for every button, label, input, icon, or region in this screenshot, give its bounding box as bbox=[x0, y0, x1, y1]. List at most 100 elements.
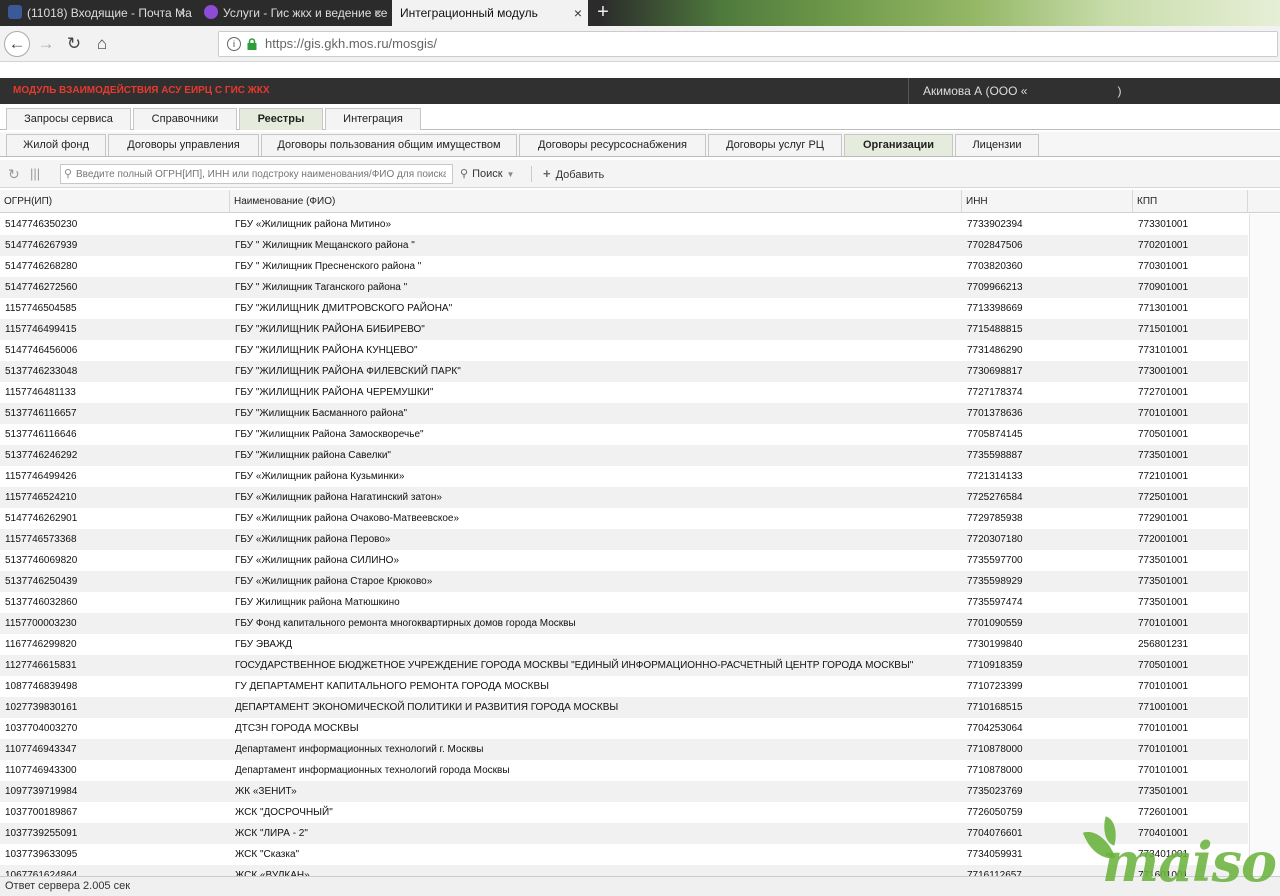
reload-icon[interactable]: ↻ bbox=[62, 32, 86, 56]
table-row[interactable]: 1157746573368 ГБУ «Жилищник района Перово… bbox=[0, 529, 1248, 550]
tab-housing-stock[interactable]: Жилой фонд bbox=[6, 134, 106, 156]
cell-name: ГБУ " Жилищник Таганского района " bbox=[235, 282, 408, 293]
tab-service-requests[interactable]: Запросы сервиса bbox=[6, 108, 131, 130]
toolbar-divider bbox=[531, 166, 532, 182]
column-header-kpp[interactable]: КПП bbox=[1133, 190, 1248, 213]
column-header-inn[interactable]: ИНН bbox=[962, 190, 1133, 213]
new-tab-plus-icon[interactable]: + bbox=[590, 0, 616, 26]
table-row[interactable]: 1097739719984 ЖК «ЗЕНИТ» 7735023769 7735010… bbox=[0, 781, 1248, 802]
table-row[interactable]: 1157746524210 ГБУ «Жилищник района Нагати… bbox=[0, 487, 1248, 508]
cell-kpp: 770501001 bbox=[1138, 429, 1189, 440]
cell-name: ГУ ДЕПАРТАМЕНТ КАПИТАЛЬНОГО РЕМОНТА ГОРО… bbox=[235, 681, 550, 692]
cell-kpp: 773501001 bbox=[1138, 576, 1189, 587]
lock-icon bbox=[247, 38, 257, 50]
tab-directories[interactable]: Справочники bbox=[133, 108, 237, 130]
table-row[interactable]: 5137746032860 ГБУ Жилищник района Матюшки… bbox=[0, 592, 1248, 613]
table-row[interactable]: 5147746262901 ГБУ «Жилищник района Очаков… bbox=[0, 508, 1248, 529]
forward-arrow-icon[interactable]: → bbox=[34, 32, 58, 56]
add-button[interactable]: + Добавить bbox=[543, 164, 604, 184]
tab-integration[interactable]: Интеграция bbox=[325, 108, 421, 130]
search-input[interactable] bbox=[76, 166, 446, 182]
table-row[interactable]: 1037739633095 ЖСК "Сказка" 7734059931 77340… bbox=[0, 844, 1248, 865]
table-row[interactable]: 1167746299820 ГБУ ЭВАЖД 7730199840 25680123… bbox=[0, 634, 1248, 655]
mail-favicon-icon bbox=[8, 5, 22, 19]
browser-tab-label: Услуги - Гис жкх и ведение се bbox=[223, 6, 388, 20]
user-box[interactable]: Акимова А (ООО «) bbox=[908, 78, 1280, 104]
column-header-name[interactable]: Наименование (ФИО) bbox=[230, 190, 962, 213]
cell-inn: 7709966213 bbox=[967, 282, 1023, 293]
cell-ogrn: 1157746481133 bbox=[5, 387, 76, 398]
table-row[interactable]: 1037704003270 ДТСЗН ГОРОДА МОСКВЫ 77042530… bbox=[0, 718, 1248, 739]
table-row[interactable]: 5147746267939 ГБУ " Жилищник Мещанского р… bbox=[0, 235, 1248, 256]
table-row[interactable]: 1157746504585 ГБУ "ЖИЛИЩНИК ДМИТРОВСКОГО … bbox=[0, 298, 1248, 319]
tab-management-contracts[interactable]: Договоры управления bbox=[108, 134, 259, 156]
close-icon[interactable]: × bbox=[374, 0, 382, 26]
home-icon[interactable]: ⌂ bbox=[90, 32, 114, 56]
tab-registries[interactable]: Реестры bbox=[239, 108, 323, 130]
cell-inn: 7710723399 bbox=[967, 681, 1023, 692]
tab-licenses[interactable]: Лицензии bbox=[955, 134, 1039, 156]
close-icon[interactable]: × bbox=[574, 0, 582, 26]
table-row[interactable]: 1067761624864 ЖСК «ВУЛКАН» 7716112657 77160… bbox=[0, 865, 1248, 876]
cell-name: ГБУ «Жилищник района Перово» bbox=[235, 534, 391, 545]
table-row[interactable]: 5137746246292 ГБУ "Жилищник района Савелк… bbox=[0, 445, 1248, 466]
cell-kpp: 256801231 bbox=[1138, 639, 1189, 650]
tab-resource-supply-contracts[interactable]: Договоры ресурсоснабжения bbox=[519, 134, 706, 156]
table-row[interactable]: 1157746499415 ГБУ "ЖИЛИЩНИК РАЙОНА БИБИРЕ… bbox=[0, 319, 1248, 340]
tab-rc-service-contracts[interactable]: Договоры услуг РЦ bbox=[708, 134, 842, 156]
table-row[interactable]: 5147746268280 ГБУ " Жилищник Пресненского… bbox=[0, 256, 1248, 277]
chevron-down-icon: ▼ bbox=[506, 170, 515, 179]
browser-tab-services[interactable]: Услуги - Гис жкх и ведение се × bbox=[196, 0, 388, 26]
search-button[interactable]: ⚲ Поиск ▼ bbox=[460, 164, 514, 184]
url-field[interactable]: i https://gis.gkh.mos.ru/mosgis/ bbox=[218, 31, 1278, 57]
table-row[interactable]: 1107746943347 Департамент информационных … bbox=[0, 739, 1248, 760]
cell-ogrn: 1107746943347 bbox=[5, 744, 77, 755]
browser-tab-mail[interactable]: (11018) Входящие - Почта Ма × bbox=[0, 0, 192, 26]
tab-organizations[interactable]: Организации bbox=[844, 134, 953, 156]
table-row[interactable]: 1157746481133 ГБУ "ЖИЛИЩНИК РАЙОНА ЧЕРЕМУ… bbox=[0, 382, 1248, 403]
vertical-scrollbar[interactable] bbox=[1249, 214, 1280, 876]
column-header-ogrn[interactable]: ОГРН(ИП) bbox=[0, 190, 230, 213]
cell-ogrn: 5137746246292 bbox=[5, 450, 78, 461]
table-row[interactable]: 1127746615831 ГОСУДАРСТВЕННОЕ БЮДЖЕТНОЕ У… bbox=[0, 655, 1248, 676]
table-row[interactable]: 5137746233048 ГБУ "ЖИЛИЩНИК РАЙОНА ФИЛЕВС… bbox=[0, 361, 1248, 382]
table-row[interactable]: 5147746272560 ГБУ " Жилищник Таганского р… bbox=[0, 277, 1248, 298]
table-row[interactable]: 1157746499426 ГБУ «Жилищник района Кузьми… bbox=[0, 466, 1248, 487]
cell-kpp: 770101001 bbox=[1138, 408, 1189, 419]
search-box: ⚲ bbox=[60, 164, 453, 184]
table-row[interactable]: 1157700003230 ГБУ Фонд капитального ремон… bbox=[0, 613, 1248, 634]
cell-name: ГБУ " Жилищник Мещанского района " bbox=[235, 240, 415, 251]
cell-name: ГБУ "ЖИЛИЩНИК РАЙОНА ЧЕРЕМУШКИ" bbox=[235, 387, 434, 398]
table-row[interactable]: 1037700189867 ЖСК "ДОСРОЧНЫЙ" 7726050759 77… bbox=[0, 802, 1248, 823]
table-row[interactable]: 1037739255091 ЖСК "ЛИРА - 2" 7704076601 770… bbox=[0, 823, 1248, 844]
refresh-icon[interactable]: ↻ bbox=[8, 166, 20, 183]
cell-ogrn: 5137746032860 bbox=[5, 597, 78, 608]
browser-tab-label: Интеграционный модуль bbox=[400, 6, 538, 20]
browser-tab-integration[interactable]: Интеграционный модуль × bbox=[392, 0, 588, 26]
close-icon[interactable]: × bbox=[178, 0, 186, 26]
back-arrow-icon[interactable]: ← bbox=[4, 31, 30, 57]
cell-ogrn: 1037739255091 bbox=[5, 828, 78, 839]
maiso-watermark-logo: maiso bbox=[1082, 814, 1278, 894]
server-response-time: Ответ сервера 2.005 сек bbox=[5, 880, 131, 892]
cell-inn: 7701090559 bbox=[967, 618, 1023, 629]
table-row[interactable]: 5137746069820 ГБУ «Жилищник района СИЛИНО… bbox=[0, 550, 1248, 571]
cell-kpp: 770101001 bbox=[1138, 681, 1189, 692]
table-row[interactable]: 5147746456006 ГБУ "ЖИЛИЩНИК РАЙОНА КУНЦЕВ… bbox=[0, 340, 1248, 361]
tab-common-property-contracts[interactable]: Договоры пользования общим имуществом bbox=[261, 134, 517, 156]
table-row[interactable]: 5137746116646 ГБУ "Жилищник Района Замоск… bbox=[0, 424, 1248, 445]
cell-kpp: 773501001 bbox=[1138, 555, 1189, 566]
info-icon[interactable]: i bbox=[227, 37, 241, 51]
table-row[interactable]: 1107746943300 Департамент информационных … bbox=[0, 760, 1248, 781]
columns-icon[interactable]: ||| bbox=[30, 166, 40, 181]
cell-ogrn: 5137746233048 bbox=[5, 366, 78, 377]
cell-ogrn: 1037700189867 bbox=[5, 807, 78, 818]
cell-inn: 7720307180 bbox=[967, 534, 1023, 545]
table-row[interactable]: 5147746350230 ГБУ «Жилищник района Митино… bbox=[0, 214, 1248, 235]
table-row[interactable]: 1087746839498 ГУ ДЕПАРТАМЕНТ КАПИТАЛЬНОГО… bbox=[0, 676, 1248, 697]
table-row[interactable]: 1027739830161 ДЕПАРТАМЕНТ ЭКОНОМИЧЕСКОЙ П… bbox=[0, 697, 1248, 718]
table-row[interactable]: 5137746116657 ГБУ "Жилищник Басманного ра… bbox=[0, 403, 1248, 424]
cell-kpp: 772901001 bbox=[1138, 513, 1189, 524]
table-row[interactable]: 5137746250439 ГБУ «Жилищник района Старое… bbox=[0, 571, 1248, 592]
cell-ogrn: 1157746499415 bbox=[5, 324, 77, 335]
